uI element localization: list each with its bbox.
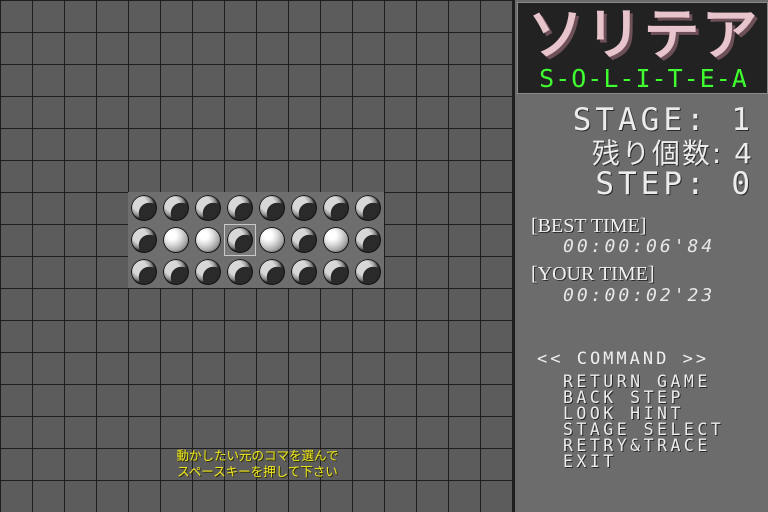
- instruction-line-2: スペースキーを押して下さい: [177, 464, 338, 479]
- board-cell[interactable]: [256, 224, 288, 256]
- board-cell[interactable]: [224, 192, 256, 224]
- peg[interactable]: [355, 195, 381, 221]
- game-logo: ソリテア S-O-L-I-T-E-A: [517, 2, 768, 94]
- command-title: << COMMAND >>: [537, 349, 710, 369]
- board-cell[interactable]: [160, 256, 192, 288]
- peg[interactable]: [195, 195, 221, 221]
- peg[interactable]: [323, 195, 349, 221]
- logo-roman: S-O-L-I-T-E-A: [539, 64, 748, 93]
- board-cell[interactable]: [160, 224, 192, 256]
- board-cell[interactable]: [288, 256, 320, 288]
- board-cell[interactable]: [224, 256, 256, 288]
- board-cell[interactable]: [160, 192, 192, 224]
- board-cell[interactable]: [288, 224, 320, 256]
- board-cell[interactable]: [320, 192, 352, 224]
- peg-selected[interactable]: [163, 227, 189, 253]
- board-cell[interactable]: [320, 256, 352, 288]
- peg[interactable]: [227, 227, 253, 253]
- peg[interactable]: [259, 259, 285, 285]
- peg[interactable]: [163, 259, 189, 285]
- peg[interactable]: [259, 195, 285, 221]
- logo-kana: ソリテア: [527, 3, 760, 68]
- board-cell[interactable]: [128, 256, 160, 288]
- board-cell[interactable]: [352, 192, 384, 224]
- your-time-label: [YOUR TIME]: [531, 263, 655, 285]
- menu-item-exit[interactable]: EXIT: [563, 453, 724, 470]
- board-cell[interactable]: [192, 256, 224, 288]
- peg[interactable]: [131, 227, 157, 253]
- best-time-value: 00:00:06'84: [563, 236, 716, 257]
- board-cell[interactable]: [352, 256, 384, 288]
- peg[interactable]: [323, 259, 349, 285]
- peg[interactable]: [291, 227, 317, 253]
- peg[interactable]: [291, 195, 317, 221]
- board-cell[interactable]: [288, 192, 320, 224]
- step-counter: STEP: 0: [595, 166, 754, 202]
- best-time-label: [BEST TIME]: [531, 215, 647, 237]
- board-cell[interactable]: [256, 256, 288, 288]
- cursor-cell[interactable]: [224, 224, 256, 256]
- game-board[interactable]: 動かしたい元のコマを選んで スペースキーを押して下さい: [0, 0, 513, 512]
- peg[interactable]: [163, 195, 189, 221]
- board-cell[interactable]: [192, 192, 224, 224]
- your-time-value: 00:00:02'23: [563, 285, 716, 306]
- side-panel: ソリテア S-O-L-I-T-E-A STAGE: 1 残り個数: 4 STEP…: [513, 0, 768, 512]
- instruction-text: 動かしたい元のコマを選んで スペースキーを押して下さい: [130, 448, 385, 480]
- board-cell[interactable]: [128, 192, 160, 224]
- peg[interactable]: [355, 227, 381, 253]
- peg[interactable]: [227, 195, 253, 221]
- board-cell[interactable]: [128, 224, 160, 256]
- board-cell[interactable]: [320, 224, 352, 256]
- board-cell[interactable]: [256, 192, 288, 224]
- peg[interactable]: [291, 259, 317, 285]
- board-cell[interactable]: [352, 224, 384, 256]
- peg-selected[interactable]: [195, 227, 221, 253]
- peg[interactable]: [131, 195, 157, 221]
- peg-selected[interactable]: [259, 227, 285, 253]
- command-menu: RETURN GAME BACK STEP LOOK HINT STAGE SE…: [563, 373, 724, 470]
- instruction-line-1: 動かしたい元のコマを選んで: [176, 448, 339, 463]
- peg[interactable]: [195, 259, 221, 285]
- peg[interactable]: [131, 259, 157, 285]
- peg-selected[interactable]: [323, 227, 349, 253]
- board-cell[interactable]: [192, 224, 224, 256]
- peg[interactable]: [355, 259, 381, 285]
- peg[interactable]: [227, 259, 253, 285]
